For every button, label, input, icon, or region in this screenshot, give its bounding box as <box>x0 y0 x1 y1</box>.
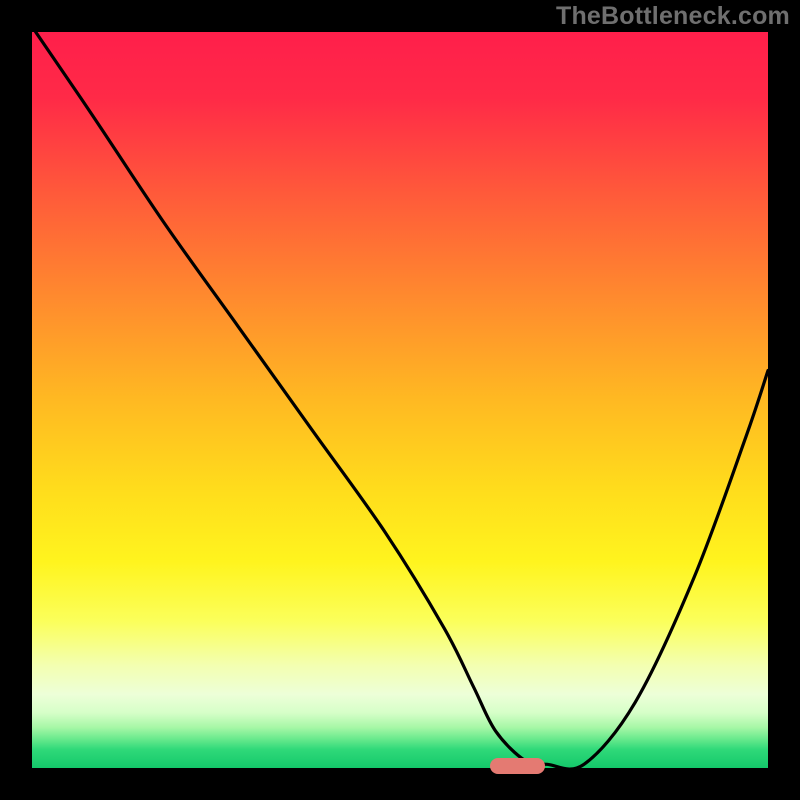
plot-area <box>32 32 768 768</box>
stage: TheBottleneck.com <box>0 0 800 800</box>
optimum-marker <box>490 758 545 774</box>
watermark-text: TheBottleneck.com <box>556 2 790 31</box>
bottleneck-curve <box>32 32 768 768</box>
